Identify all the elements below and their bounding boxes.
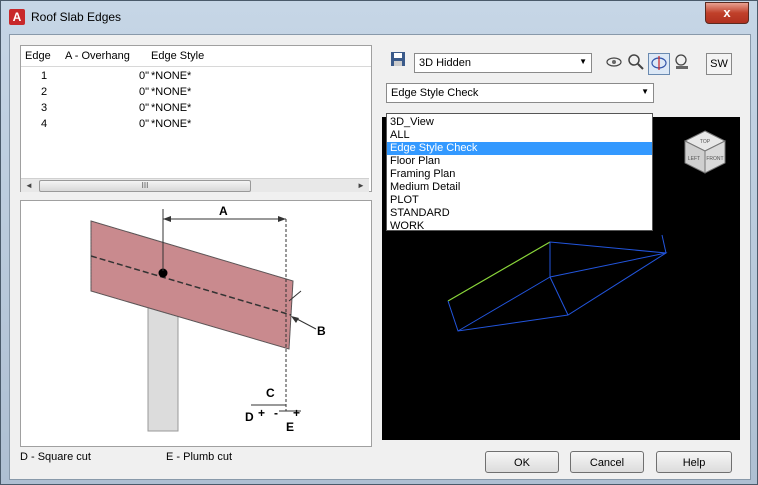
dropdown-option-floor-plan[interactable]: Floor Plan bbox=[387, 155, 652, 168]
column-header-edge[interactable]: Edge bbox=[25, 50, 51, 62]
label-c: C bbox=[266, 386, 275, 400]
view-cube-left-label: LEFT bbox=[688, 156, 700, 162]
preview-panel: 3D Hidden ▼ SW Edge Style Check ▼ 3D_Vie… bbox=[382, 45, 742, 440]
ok-button[interactable]: OK bbox=[485, 451, 559, 473]
dropdown-option-work[interactable]: WORK bbox=[387, 220, 652, 233]
edge-number: 4 bbox=[41, 118, 48, 130]
label-e: E bbox=[286, 420, 294, 434]
free-orbit-icon[interactable] bbox=[648, 53, 670, 75]
table-row[interactable]: 2 0" *NONE* bbox=[21, 85, 371, 101]
legend-plumb-cut: E - Plumb cut bbox=[166, 451, 233, 463]
roof-slab-section bbox=[90, 220, 294, 350]
wireframe-edge-highlighted bbox=[447, 241, 551, 302]
label-d: D bbox=[245, 410, 254, 424]
view-cube-front-label: FRONT bbox=[706, 156, 723, 162]
visual-style-value: 3D Hidden bbox=[419, 57, 471, 69]
view-cube-icon[interactable]: TOP LEFT FRONT bbox=[680, 129, 730, 177]
column-header-overhang[interactable]: A - Overhang bbox=[65, 50, 130, 62]
legend-square-cut: D - Square cut bbox=[20, 451, 91, 463]
chevron-down-icon: ▼ bbox=[641, 87, 649, 96]
window-title: Roof Slab Edges bbox=[31, 10, 122, 24]
edge-style-value[interactable]: *NONE* bbox=[151, 102, 191, 114]
left-panel: Edge A - Overhang Edge Style 1 0" *NONE*… bbox=[20, 45, 372, 447]
edge-style-select[interactable]: Edge Style Check ▼ bbox=[386, 83, 654, 103]
edge-style-value[interactable]: *NONE* bbox=[151, 118, 191, 130]
zoom-icon[interactable] bbox=[626, 53, 646, 73]
view-direction-sw-button[interactable]: SW bbox=[706, 53, 732, 75]
label-d-plus: + bbox=[258, 406, 265, 420]
edge-number: 3 bbox=[41, 102, 48, 114]
close-button[interactable]: x bbox=[705, 2, 749, 24]
view-settings-icon[interactable] bbox=[672, 53, 692, 73]
cancel-button[interactable]: Cancel bbox=[570, 451, 644, 473]
overhang-value[interactable]: 0" bbox=[139, 86, 149, 98]
overhang-value[interactable]: 0" bbox=[139, 70, 149, 82]
overhang-diagram-illustration: A B C D + - E + bbox=[90, 204, 326, 434]
dropdown-option-framing-plan[interactable]: Framing Plan bbox=[387, 168, 652, 181]
edge-number: 1 bbox=[41, 70, 48, 82]
horizontal-scrollbar[interactable]: ◄ III ► bbox=[21, 178, 369, 192]
overhang-value[interactable]: 0" bbox=[139, 102, 149, 114]
label-e-plus: + bbox=[293, 406, 300, 420]
edge-style-dropdown-list: 3D_View ALL Edge Style Check Floor Plan … bbox=[386, 113, 653, 233]
scroll-thumb[interactable]: III bbox=[39, 180, 251, 192]
edge-overhang-diagram: A B C D + - E + bbox=[20, 200, 372, 447]
dropdown-option-plot[interactable]: PLOT bbox=[387, 194, 652, 207]
dropdown-option-standard[interactable]: STANDARD bbox=[387, 207, 652, 220]
dropdown-option-edge-style-check[interactable]: Edge Style Check bbox=[387, 142, 652, 155]
label-e-minus: - bbox=[274, 406, 278, 420]
dialog-client-area: Edge A - Overhang Edge Style 1 0" *NONE*… bbox=[9, 34, 751, 480]
dropdown-option-3d-view[interactable]: 3D_View bbox=[387, 116, 652, 129]
save-icon[interactable] bbox=[388, 51, 408, 71]
autocad-app-icon: A bbox=[9, 9, 25, 25]
edge-number: 2 bbox=[41, 86, 48, 98]
orbit-icon[interactable] bbox=[604, 53, 624, 73]
preview-toolbar: 3D Hidden ▼ SW bbox=[382, 45, 742, 75]
dropdown-option-all[interactable]: ALL bbox=[387, 129, 652, 142]
table-header: Edge A - Overhang Edge Style bbox=[21, 46, 371, 67]
view-cube-top-label: TOP bbox=[700, 139, 711, 145]
overhang-value[interactable]: 0" bbox=[139, 118, 149, 130]
table-row[interactable]: 4 0" *NONE* bbox=[21, 117, 371, 133]
edge-style-value[interactable]: *NONE* bbox=[151, 86, 191, 98]
column-header-edge-style[interactable]: Edge Style bbox=[151, 50, 204, 62]
wall-support bbox=[147, 298, 179, 432]
visual-style-select[interactable]: 3D Hidden ▼ bbox=[414, 53, 592, 73]
chevron-down-icon: ▼ bbox=[579, 57, 587, 66]
edge-style-value[interactable]: *NONE* bbox=[151, 70, 191, 82]
label-a: A bbox=[219, 204, 228, 218]
help-button[interactable]: Help bbox=[656, 451, 732, 473]
title-bar: A Roof Slab Edges x bbox=[1, 1, 757, 35]
edge-table: Edge A - Overhang Edge Style 1 0" *NONE*… bbox=[20, 45, 372, 192]
table-row[interactable]: 1 0" *NONE* bbox=[21, 69, 371, 85]
table-row[interactable]: 3 0" *NONE* bbox=[21, 101, 371, 117]
dropdown-option-medium-detail[interactable]: Medium Detail bbox=[387, 181, 652, 194]
edge-style-select-value: Edge Style Check bbox=[391, 87, 479, 99]
label-b: B bbox=[317, 324, 326, 338]
scroll-right-icon[interactable]: ► bbox=[355, 180, 367, 191]
scroll-left-icon[interactable]: ◄ bbox=[23, 180, 35, 191]
roof-slab-edges-dialog: A Roof Slab Edges x Edge A - Overhang Ed… bbox=[0, 0, 758, 485]
